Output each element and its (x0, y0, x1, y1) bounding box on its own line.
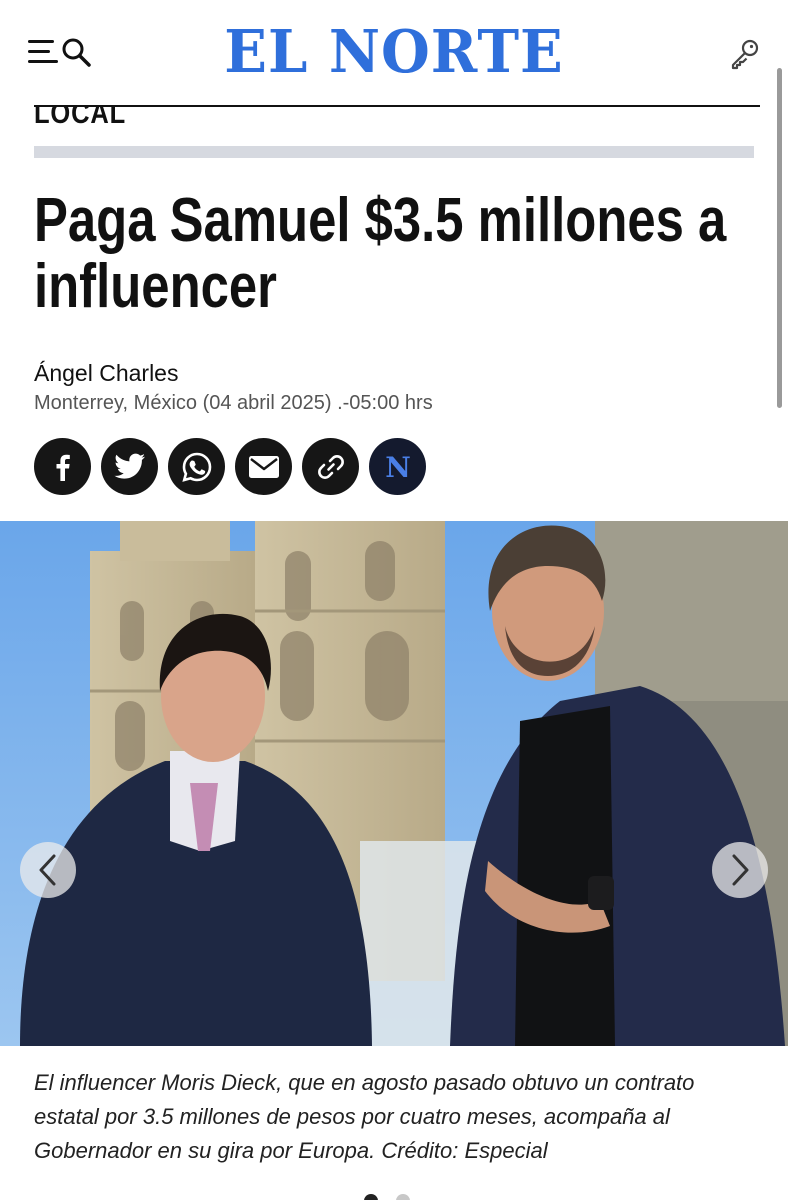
article-headline: Paga Samuel $3.5 millones a influencer (34, 186, 727, 321)
key-icon[interactable] (728, 36, 762, 70)
twitter-icon (113, 453, 145, 479)
author-name[interactable]: Ángel Charles (34, 360, 178, 387)
chevron-right-icon (732, 854, 749, 886)
photo-caption: El influencer Moris Dieck, que en agosto… (34, 1070, 695, 1163)
section-label[interactable]: LOCAL (34, 107, 126, 131)
site-header: EL NORTE (0, 0, 788, 106)
el-norte-icon: N (385, 451, 411, 484)
search-icon (60, 36, 92, 68)
email-icon (248, 455, 279, 478)
gallery-next-button[interactable] (712, 842, 768, 898)
menu-search-button[interactable] (28, 36, 92, 70)
gallery-pagination (364, 1194, 424, 1200)
twitter-share-button[interactable] (101, 438, 158, 495)
gallery-dot-active[interactable] (364, 1194, 378, 1200)
svg-text:N: N (385, 451, 411, 484)
article-dateline: Monterrey, México (04 abril 2025) .-05:0… (34, 392, 433, 414)
whatsapp-share-button[interactable] (168, 438, 225, 495)
photo-illustration (0, 521, 788, 1046)
link-icon (317, 454, 344, 479)
gallery-prev-button[interactable] (20, 842, 76, 898)
section-label-container: LOCAL (34, 107, 434, 131)
scrollbar-thumb[interactable] (777, 68, 782, 408)
facebook-icon (56, 454, 70, 481)
copy-link-button[interactable] (302, 438, 359, 495)
section-divider (34, 146, 754, 158)
site-logo[interactable]: EL NORTE (214, 20, 574, 84)
gallery-dot[interactable] (396, 1194, 410, 1200)
email-share-button[interactable] (235, 438, 292, 495)
facebook-share-button[interactable] (34, 438, 91, 495)
share-bar: N (34, 438, 434, 496)
whatsapp-icon (181, 452, 211, 482)
chevron-left-icon (39, 854, 56, 886)
gallery-photo[interactable] (0, 521, 788, 1046)
menu-icon (28, 40, 58, 64)
el-norte-share-button[interactable]: N (369, 438, 426, 495)
